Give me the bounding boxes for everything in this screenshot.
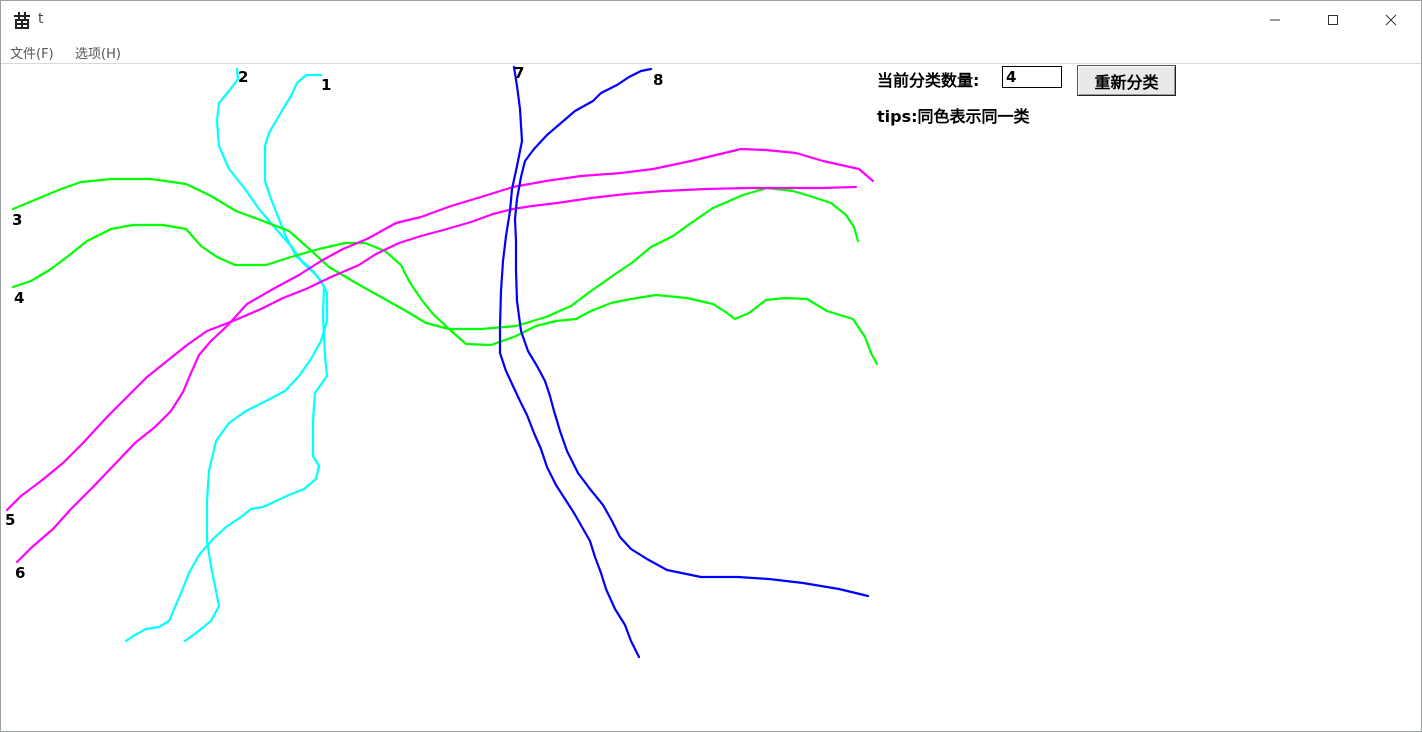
cluster-count-input[interactable] xyxy=(1002,66,1062,88)
trajectory-7 xyxy=(498,65,641,659)
track-label-5: 5 xyxy=(5,511,16,529)
window-title: t xyxy=(38,11,44,27)
track-label-3: 3 xyxy=(12,211,23,229)
trajectory-4 xyxy=(11,223,879,366)
reclassify-button[interactable]: 重新分类 xyxy=(1077,65,1176,96)
tree-app-icon xyxy=(13,11,31,29)
close-icon xyxy=(1385,14,1397,26)
minimize-icon xyxy=(1270,19,1280,21)
trajectory-8 xyxy=(513,67,870,598)
track-label-2: 2 xyxy=(238,68,249,86)
title-bar: t xyxy=(1,1,1421,39)
menu-bar: 文件(F) 选项(H) xyxy=(1,39,1421,64)
trajectory-canvas xyxy=(5,65,879,659)
track-label-4: 4 xyxy=(14,289,25,307)
trajectory-5 xyxy=(5,185,858,512)
trajectory-2 xyxy=(124,67,329,643)
menu-options[interactable]: 选项(H) xyxy=(75,43,121,62)
close-button[interactable] xyxy=(1362,1,1420,39)
trajectory-3 xyxy=(11,177,860,331)
menu-file[interactable]: 文件(F) xyxy=(10,43,54,62)
trajectory-6 xyxy=(15,147,875,564)
app-window: t 文件(F) 选项(H) 1 2 3 4 5 6 7 8 当前分类数量: 4 … xyxy=(0,0,1422,732)
maximize-icon xyxy=(1328,15,1338,25)
track-label-7: 7 xyxy=(514,64,525,82)
maximize-button[interactable] xyxy=(1304,1,1362,39)
trajectory-1 xyxy=(183,73,329,643)
track-label-1: 1 xyxy=(321,76,332,94)
track-label-6: 6 xyxy=(15,564,26,582)
track-label-8: 8 xyxy=(653,71,664,89)
tips-text: tips:同色表示同一类 xyxy=(877,107,1030,126)
minimize-button[interactable] xyxy=(1246,1,1304,39)
cluster-count-label: 当前分类数量: xyxy=(877,71,980,90)
